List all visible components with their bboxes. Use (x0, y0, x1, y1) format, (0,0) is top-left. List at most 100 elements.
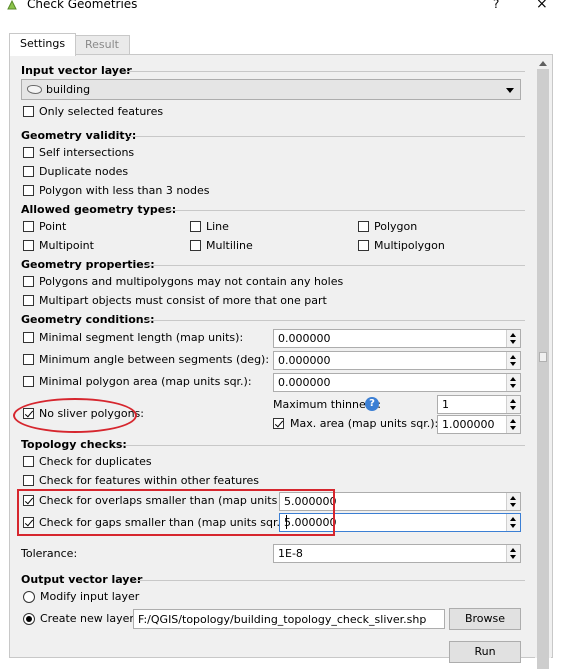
self-intersections-checkbox[interactable] (23, 147, 34, 158)
min-angle-value: 0.000000 (278, 354, 331, 367)
create-new-radio[interactable] (23, 613, 35, 625)
section-input-layer: Input vector layer (21, 64, 132, 77)
multipoint-checkbox[interactable] (23, 240, 34, 251)
min-segment-value: 0.000000 (278, 332, 331, 345)
section-divider (122, 445, 525, 446)
duplicates-checkbox[interactable] (23, 456, 34, 467)
min-area-input[interactable]: 0.000000 (273, 373, 521, 392)
run-button[interactable]: Run (449, 641, 521, 663)
section-divider (145, 320, 525, 321)
scrollbar-thumb[interactable] (537, 69, 549, 669)
spin-buttons[interactable] (506, 374, 520, 391)
max-thinness-input[interactable]: 1 (437, 395, 521, 414)
close-button[interactable]: × (536, 0, 548, 12)
qgis-logo-icon (7, 0, 17, 10)
input-layer-value: building (46, 83, 91, 96)
min-angle-input[interactable]: 0.000000 (273, 351, 521, 370)
spin-up-icon (510, 496, 516, 500)
section-geometry-validity: Geometry validity: (21, 129, 137, 142)
output-path-value: F:/QGIS/topology/building_topology_check… (138, 613, 427, 626)
spin-up-icon (510, 419, 516, 423)
multipart-label: Multipart objects must consist of more t… (39, 294, 327, 307)
multiline-label: Multiline (206, 239, 253, 252)
tolerance-label: Tolerance: (21, 547, 78, 560)
multipoint-label: Multipoint (39, 239, 94, 252)
spin-down-icon (510, 426, 516, 430)
spin-down-icon (510, 503, 516, 507)
title-bar: Check Geometries ? × (0, 0, 562, 16)
help-icon[interactable]: ? (365, 397, 379, 411)
spin-up-icon (510, 548, 516, 552)
spin-down-icon (510, 406, 516, 410)
spin-buttons[interactable] (506, 416, 520, 433)
spin-buttons[interactable] (506, 352, 520, 369)
modify-input-label: Modify input layer (40, 590, 140, 603)
less-than-3-nodes-checkbox[interactable] (23, 185, 34, 196)
min-area-value: 0.000000 (278, 376, 331, 389)
window-title: Check Geometries (27, 0, 138, 11)
chevron-down-icon (506, 88, 514, 93)
no-holes-checkbox[interactable] (23, 276, 34, 287)
max-area-input[interactable]: 1.000000 (437, 415, 521, 434)
multiline-checkbox[interactable] (190, 240, 201, 251)
duplicates-label: Check for duplicates (39, 455, 152, 468)
spin-up-icon (510, 377, 516, 381)
modify-input-radio[interactable] (23, 591, 35, 603)
section-geometry-properties: Geometry properties: (21, 258, 155, 271)
vertical-scrollbar[interactable] (535, 56, 551, 669)
within-label: Check for features within other features (39, 474, 260, 487)
highlight-rectangle (17, 489, 335, 536)
spin-down-icon (510, 384, 516, 388)
line-label: Line (206, 220, 229, 233)
max-area-label: Max. area (map units sqr.): (290, 417, 439, 430)
multipolygon-label: Multipolygon (374, 239, 445, 252)
min-segment-label: Minimal segment length (map units): (39, 331, 244, 344)
spin-buttons[interactable] (506, 545, 520, 562)
spin-buttons[interactable] (506, 493, 520, 510)
output-path-input[interactable]: F:/QGIS/topology/building_topology_check… (133, 609, 445, 629)
section-divider (126, 71, 525, 72)
spin-down-icon (510, 362, 516, 366)
create-new-label: Create new layer (40, 612, 134, 625)
browse-button[interactable]: Browse (449, 608, 521, 630)
spin-up-icon (510, 355, 516, 359)
polygon-checkbox[interactable] (358, 221, 369, 232)
multipart-checkbox[interactable] (23, 295, 34, 306)
point-checkbox[interactable] (23, 221, 34, 232)
min-segment-input[interactable]: 0.000000 (273, 329, 521, 348)
spin-buttons[interactable] (506, 330, 520, 347)
tab-result[interactable]: Result (74, 35, 130, 54)
max-area-checkbox[interactable] (273, 418, 284, 429)
no-holes-label: Polygons and multipolygons may not conta… (39, 275, 344, 288)
only-selected-checkbox[interactable] (23, 106, 34, 117)
within-checkbox[interactable] (23, 475, 34, 486)
max-area-value: 1.000000 (442, 418, 495, 431)
min-segment-checkbox[interactable] (23, 332, 34, 343)
spin-up-icon (510, 399, 516, 403)
less-than-3-nodes-label: Polygon with less than 3 nodes (39, 184, 210, 197)
scroll-up-icon[interactable] (539, 61, 547, 66)
spin-buttons[interactable] (506, 396, 520, 413)
tab-bar: Settings Result (9, 33, 529, 56)
scrollbar-grip-icon (539, 352, 547, 362)
spin-up-icon (510, 333, 516, 337)
spin-down-icon (510, 340, 516, 344)
section-geometry-conditions: Geometry conditions: (21, 313, 155, 326)
min-area-checkbox[interactable] (23, 376, 34, 387)
duplicate-nodes-checkbox[interactable] (23, 166, 34, 177)
spin-up-icon (510, 517, 516, 521)
input-layer-select[interactable]: building (21, 79, 521, 100)
section-divider (145, 265, 525, 266)
section-output-layer: Output vector layer (21, 573, 143, 586)
duplicate-nodes-label: Duplicate nodes (39, 165, 129, 178)
multipolygon-checkbox[interactable] (358, 240, 369, 251)
tolerance-value: 1E-8 (278, 547, 303, 560)
tolerance-input[interactable]: 1E-8 (273, 544, 521, 563)
line-checkbox[interactable] (190, 221, 201, 232)
spin-buttons[interactable] (506, 514, 520, 531)
min-angle-checkbox[interactable] (23, 354, 34, 365)
help-button[interactable]: ? (493, 0, 499, 11)
self-intersections-label: Self intersections (39, 146, 135, 159)
section-geometry-types: Allowed geometry types: (21, 203, 177, 216)
tab-settings[interactable]: Settings (9, 33, 77, 56)
